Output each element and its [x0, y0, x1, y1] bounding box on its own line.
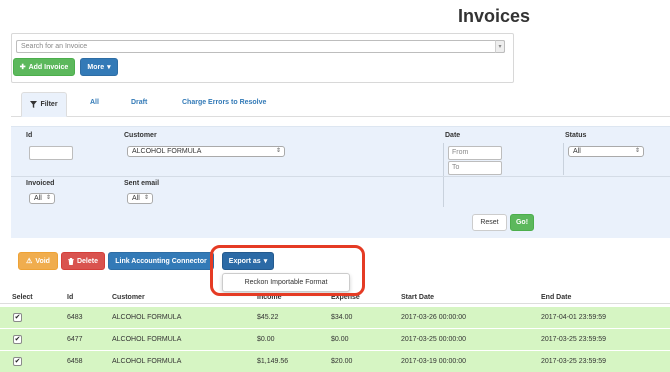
- tab-draft[interactable]: Draft: [131, 99, 147, 106]
- id-label: Id: [26, 132, 33, 139]
- search-input[interactable]: Search for an Invoice: [16, 40, 505, 53]
- updown-arrows-icon: ⇕: [275, 148, 281, 154]
- table-header-divider: [0, 303, 670, 304]
- more-label: More: [87, 63, 105, 71]
- date-to-placeholder: To: [452, 164, 460, 171]
- delete-button[interactable]: Delete: [61, 252, 105, 270]
- checkmark-icon: ✔: [14, 336, 21, 343]
- more-button[interactable]: More ▾: [80, 58, 118, 76]
- cell-start-date: 2017-03-25 00:00:00: [401, 336, 466, 343]
- status-select-value: All: [573, 148, 581, 155]
- caret-down-icon: ▾: [498, 44, 502, 50]
- cell-start-date: 2017-03-19 00:00:00: [401, 358, 466, 365]
- updown-arrows-icon: ⇕: [143, 195, 149, 201]
- filter-divider: [443, 143, 444, 207]
- cell-expense: $20.00: [331, 358, 353, 365]
- cell-end-date: 2017-03-25 23:59:59: [541, 358, 606, 365]
- col-header-end-date: End Date: [541, 294, 572, 301]
- cell-income: $1,149.56: [257, 358, 289, 365]
- tab-filter-label: Filter: [40, 101, 58, 108]
- funnel-icon: [30, 101, 38, 108]
- cell-income: $0.00: [257, 336, 275, 343]
- checkmark-icon: ✔: [14, 358, 21, 365]
- col-header-id: Id: [67, 294, 74, 301]
- col-header-customer: Customer: [112, 294, 145, 301]
- updown-arrows-icon: ⇕: [634, 148, 640, 154]
- cell-id: 6458: [67, 358, 83, 365]
- cell-expense: $0.00: [331, 336, 349, 343]
- row-checkbox[interactable]: ✔: [13, 313, 22, 322]
- sent-email-label: Sent email: [124, 180, 160, 187]
- updown-arrows-icon: ⇕: [45, 195, 51, 201]
- invoiced-select-value: All: [34, 195, 42, 202]
- sent-email-select[interactable]: All ⇕: [127, 193, 153, 204]
- search-dropdown-toggle[interactable]: ▾: [495, 40, 505, 53]
- search-placeholder: Search for an Invoice: [21, 43, 88, 50]
- add-invoice-label: Add Invoice: [28, 63, 69, 71]
- col-header-select: Select: [12, 294, 33, 301]
- warning-icon: ⚠: [26, 258, 33, 265]
- tab-all[interactable]: All: [90, 99, 99, 106]
- tab-charge-errors[interactable]: Charge Errors to Resolve: [182, 99, 266, 106]
- invoiced-select[interactable]: All ⇕: [29, 193, 55, 204]
- highlight-annotation: [210, 245, 365, 296]
- plus-icon: ✚: [19, 64, 26, 71]
- invoiced-label: Invoiced: [26, 180, 55, 187]
- void-label: Void: [35, 257, 50, 265]
- checkmark-icon: ✔: [14, 314, 21, 321]
- cell-customer: ALCOHOL FORMULA: [112, 336, 182, 343]
- date-from-input[interactable]: From: [448, 146, 502, 160]
- id-input[interactable]: [29, 146, 73, 160]
- void-button[interactable]: ⚠ Void: [18, 252, 58, 270]
- cell-expense: $34.00: [331, 314, 353, 321]
- filter-divider: [563, 143, 564, 175]
- link-accounting-connector-button[interactable]: Link Accounting Connector: [108, 252, 214, 270]
- table-row[interactable]: ✔ 6477 ALCOHOL FORMULA $0.00 $0.00 2017-…: [0, 328, 670, 350]
- tab-filter[interactable]: Filter: [21, 92, 67, 117]
- cell-customer: ALCOHOL FORMULA: [112, 314, 182, 321]
- cell-end-date: 2017-03-25 23:59:59: [541, 336, 606, 343]
- date-to-input[interactable]: To: [448, 161, 502, 175]
- status-select[interactable]: All ⇕: [568, 146, 644, 157]
- date-from-placeholder: From: [452, 149, 469, 156]
- status-label: Status: [565, 132, 587, 139]
- caret-down-icon: ▾: [107, 64, 111, 71]
- sent-email-select-value: All: [132, 195, 140, 202]
- delete-label: Delete: [76, 257, 98, 265]
- row-checkbox[interactable]: ✔: [13, 335, 22, 344]
- page-title: Invoices: [458, 6, 531, 26]
- row-checkbox[interactable]: ✔: [13, 357, 22, 366]
- trash-icon: [68, 257, 74, 265]
- cell-income: $45.22: [257, 314, 279, 321]
- cell-end-date: 2017-04-01 23:59:59: [541, 314, 606, 321]
- customer-select[interactable]: ALCOHOL FORMULA ⇕: [127, 146, 285, 157]
- filter-panel: [11, 126, 670, 238]
- cell-start-date: 2017-03-26 00:00:00: [401, 314, 466, 321]
- tabs-divider: [11, 116, 670, 117]
- cell-id: 6477: [67, 336, 83, 343]
- col-header-start-date: Start Date: [401, 294, 435, 301]
- cell-customer: ALCOHOL FORMULA: [112, 358, 182, 365]
- go-button[interactable]: Go!: [510, 214, 534, 231]
- cell-id: 6483: [67, 314, 83, 321]
- table-row[interactable]: ✔ 6483 ALCOHOL FORMULA $45.22 $34.00 201…: [0, 306, 670, 328]
- filter-row-divider: [11, 176, 670, 177]
- add-invoice-button[interactable]: ✚ Add Invoice: [13, 58, 75, 76]
- date-label: Date: [445, 132, 461, 139]
- customer-select-value: ALCOHOL FORMULA: [132, 148, 202, 155]
- reset-button[interactable]: Reset: [472, 214, 507, 231]
- customer-label: Customer: [124, 132, 157, 139]
